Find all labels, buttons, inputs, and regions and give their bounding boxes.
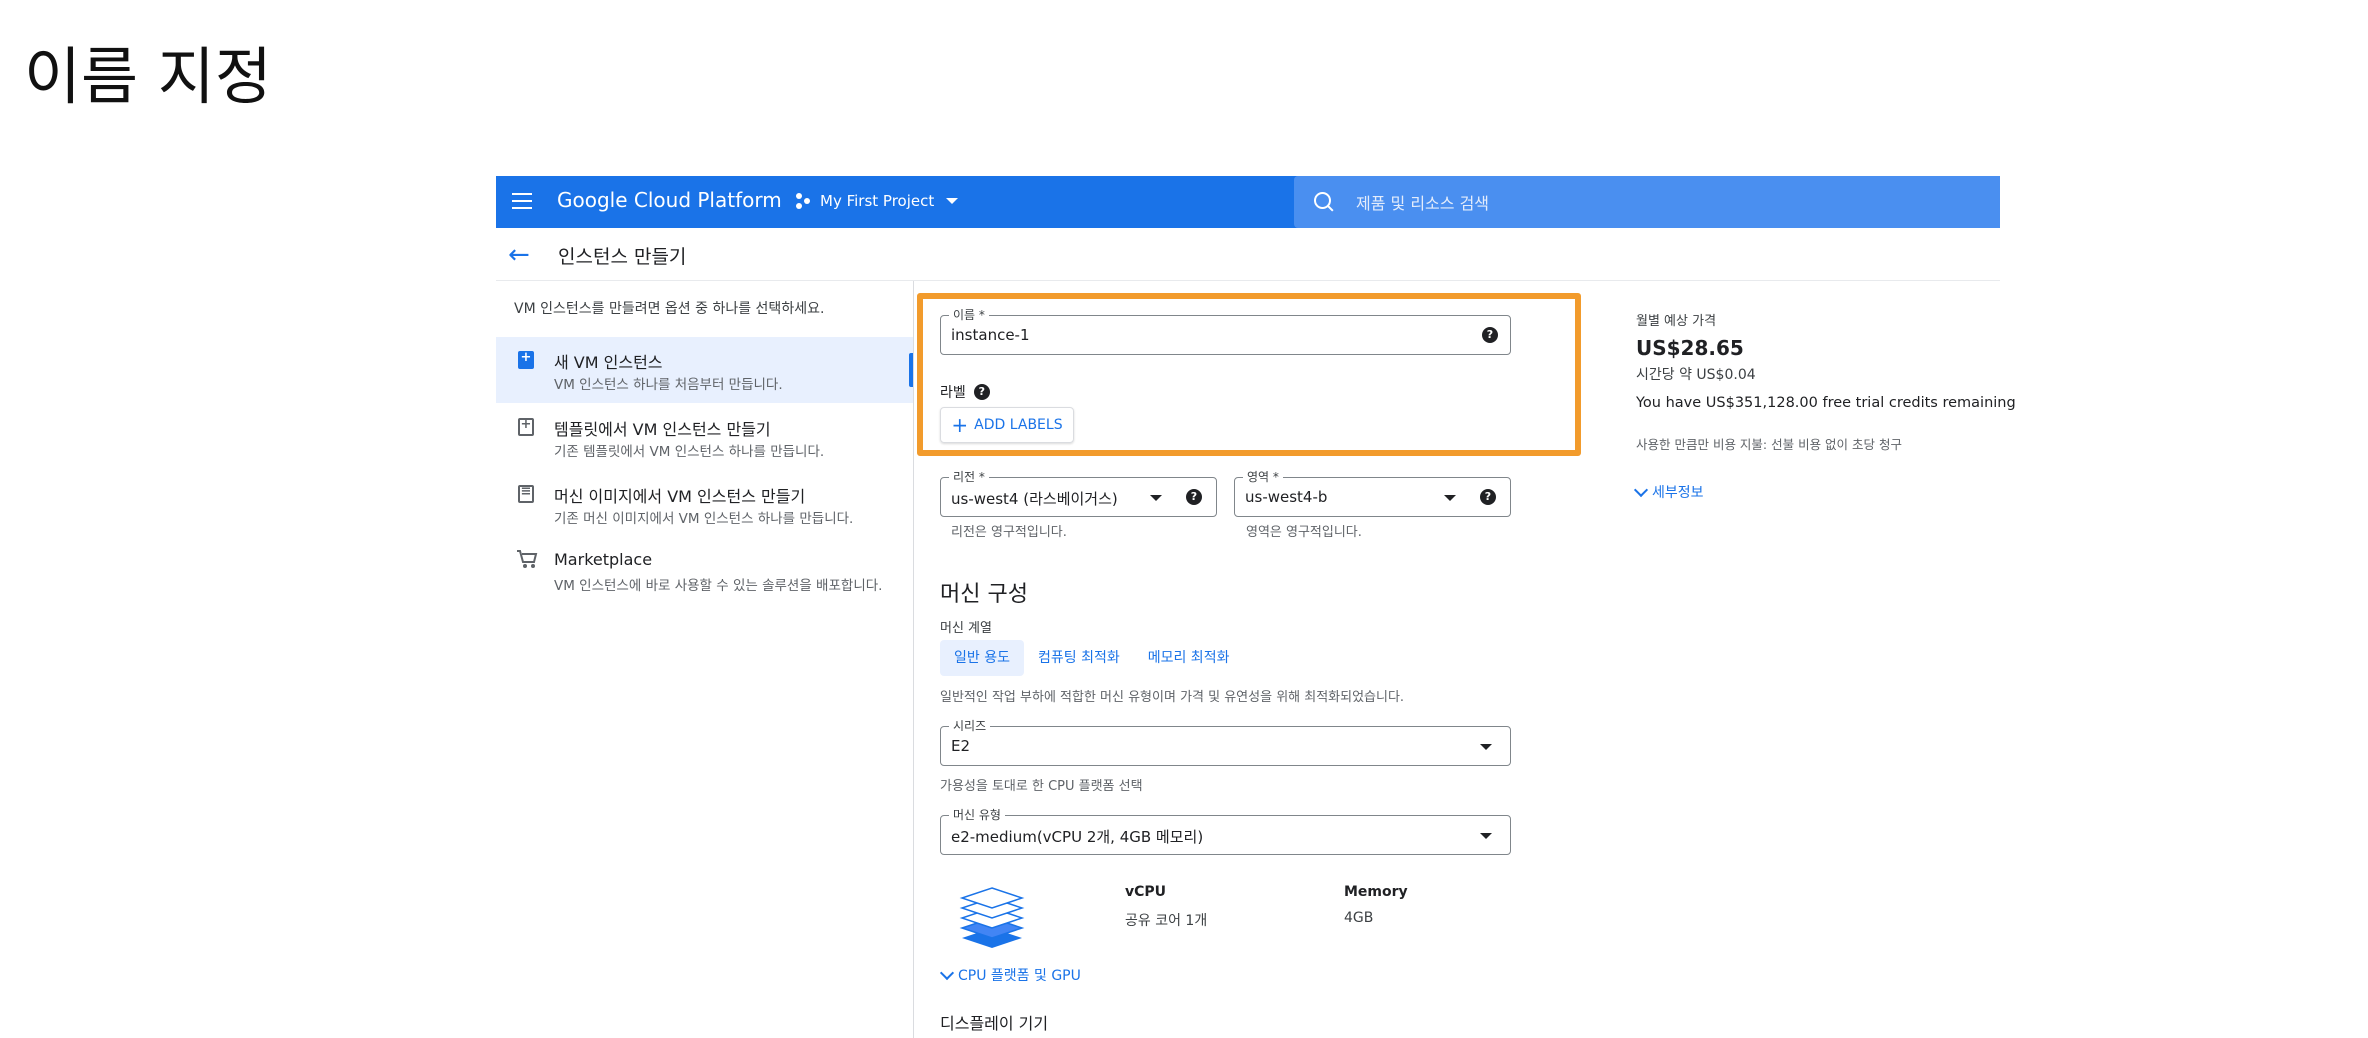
series-hint: 가용성을 토대로 한 CPU 플랫폼 선택 bbox=[940, 779, 1143, 794]
pricing-header: 월별 예상 가격 bbox=[1636, 314, 1717, 329]
series-value: E2 bbox=[951, 737, 971, 755]
dropdown-arrow-icon bbox=[1480, 744, 1492, 750]
back-arrow-icon[interactable]: ← bbox=[508, 242, 530, 268]
brand-title[interactable]: Google Cloud Platform bbox=[557, 188, 782, 212]
dropdown-arrow-icon bbox=[1150, 495, 1162, 501]
project-name: My First Project bbox=[820, 192, 935, 210]
vcpu-value: 공유 코어 1개 bbox=[1125, 913, 1208, 929]
memory-value: 4GB bbox=[1344, 910, 1374, 926]
machine-type-select[interactable]: 머신 유형 e2-medium(vCPU 2개, 4GB 메모리) bbox=[940, 807, 1511, 855]
zone-value: us-west4-b bbox=[1245, 488, 1328, 506]
chip-memory-optimized[interactable]: 메모리 최적화 bbox=[1134, 640, 1244, 676]
zone-label: 영역 * bbox=[1243, 469, 1283, 485]
vcpu-header: vCPU bbox=[1125, 884, 1167, 900]
search-input[interactable]: 제품 및 리소스 검색 bbox=[1356, 190, 1489, 214]
billing-note: 사용한 만큼만 비용 지불: 선불 비용 없이 초당 청구 bbox=[1636, 437, 1902, 452]
machine-family-label: 머신 계열 bbox=[940, 621, 992, 636]
page-title: 인스턴스 만들기 bbox=[558, 246, 687, 268]
dropdown-arrow-icon bbox=[1480, 833, 1492, 839]
cart-icon bbox=[517, 550, 538, 568]
region-select[interactable]: 리전 * us-west4 (라스베이거스) ? bbox=[940, 469, 1217, 517]
option-from-template[interactable]: + 템플릿에서 VM 인스턴스 만들기 기존 템플릿에서 VM 인스턴스 하나를… bbox=[496, 404, 913, 470]
zone-select[interactable]: 영역 * us-west4-b ? bbox=[1234, 469, 1511, 517]
cpu-platform-gpu-label: CPU 플랫폼 및 GPU bbox=[958, 968, 1081, 984]
search-icon bbox=[1314, 192, 1331, 209]
help-icon[interactable]: ? bbox=[1186, 489, 1202, 505]
display-device-title: 디스플레이 기기 bbox=[940, 1014, 1049, 1033]
option-title: Marketplace bbox=[554, 550, 653, 569]
hamburger-menu-icon[interactable] bbox=[512, 193, 532, 211]
option-subtitle: VM 인스턴스 하나를 처음부터 만듭니다. bbox=[554, 377, 783, 393]
trial-credits-text: You have US$351,128.00 free trial credit… bbox=[1636, 395, 2016, 411]
chevron-down-icon bbox=[946, 198, 959, 204]
option-marketplace[interactable]: Marketplace VM 인스턴스에 바로 사용할 수 있는 솔루션을 배포… bbox=[496, 538, 913, 604]
machine-config-title: 머신 구성 bbox=[940, 582, 1028, 607]
left-intro-text: VM 인스턴스를 만들려면 옵션 중 하나를 선택하세요. bbox=[514, 301, 825, 317]
monthly-price: US$28.65 bbox=[1636, 336, 1744, 360]
option-subtitle: 기존 머신 이미지에서 VM 인스턴스 하나를 만듭니다. bbox=[554, 511, 854, 527]
machine-type-value: e2-medium(vCPU 2개, 4GB 메모리) bbox=[951, 828, 1204, 846]
option-subtitle: VM 인스턴스에 바로 사용할 수 있는 솔루션을 배포합니다. bbox=[554, 578, 883, 594]
option-title: 템플릿에서 VM 인스턴스 만들기 bbox=[554, 420, 771, 439]
hourly-price: 시간당 약 US$0.04 bbox=[1636, 367, 1756, 383]
template-icon: + bbox=[518, 417, 534, 436]
option-subtitle: 기존 템플릿에서 VM 인스턴스 하나를 만듭니다. bbox=[554, 444, 825, 460]
machine-family-chips: 일반 용도 컴퓨팅 최적화 메모리 최적화 bbox=[940, 640, 1243, 676]
panel-divider bbox=[913, 281, 914, 1038]
machine-image-icon: ≡ bbox=[518, 484, 534, 503]
region-hint: 리전은 영구적입니다. bbox=[951, 525, 1067, 540]
machine-type-label: 머신 유형 bbox=[949, 807, 1005, 823]
pricing-details-toggle[interactable]: 세부정보 bbox=[1633, 482, 1704, 502]
region-label: 리전 * bbox=[949, 469, 989, 485]
zone-hint: 영역은 영구적입니다. bbox=[1246, 525, 1362, 540]
series-label: 시리즈 bbox=[949, 718, 991, 734]
add-instance-icon: + bbox=[518, 350, 534, 369]
series-select[interactable]: 시리즈 E2 bbox=[940, 718, 1511, 766]
search-bar[interactable]: 제품 및 리소스 검색 bbox=[1294, 176, 2000, 228]
help-icon[interactable]: ? bbox=[1480, 489, 1496, 505]
option-title: 새 VM 인스턴스 bbox=[554, 353, 663, 372]
project-selector[interactable]: My First Project bbox=[796, 192, 959, 210]
chevron-down-icon bbox=[1633, 482, 1649, 498]
option-title: 머신 이미지에서 VM 인스턴스 만들기 bbox=[554, 487, 806, 506]
chevron-down-icon bbox=[939, 965, 955, 981]
top-app-bar: Google Cloud Platform My First Project 제… bbox=[496, 176, 2000, 228]
slide-title: 이름 지정 bbox=[24, 40, 272, 113]
header-divider bbox=[496, 280, 2000, 281]
dropdown-arrow-icon bbox=[1444, 495, 1456, 501]
layers-icon bbox=[959, 887, 1025, 948]
option-from-machine-image[interactable]: ≡ 머신 이미지에서 VM 인스턴스 만들기 기존 머신 이미지에서 VM 인스… bbox=[496, 471, 913, 537]
chip-general-purpose[interactable]: 일반 용도 bbox=[940, 640, 1024, 676]
machine-family-description: 일반적인 작업 부하에 적합한 머신 유형이며 가격 및 유연성을 위해 최적화… bbox=[940, 690, 1405, 705]
option-new-vm-instance[interactable]: + 새 VM 인스턴스 VM 인스턴스 하나를 처음부터 만듭니다. bbox=[496, 337, 913, 403]
memory-header: Memory bbox=[1344, 884, 1408, 900]
highlight-box bbox=[917, 293, 1581, 456]
chip-compute-optimized[interactable]: 컴퓨팅 최적화 bbox=[1024, 640, 1134, 676]
region-value: us-west4 (라스베이거스) bbox=[951, 490, 1118, 508]
pricing-details-label: 세부정보 bbox=[1652, 485, 1704, 501]
project-dots-icon bbox=[796, 193, 812, 209]
cpu-platform-gpu-toggle[interactable]: CPU 플랫폼 및 GPU bbox=[939, 965, 1081, 985]
